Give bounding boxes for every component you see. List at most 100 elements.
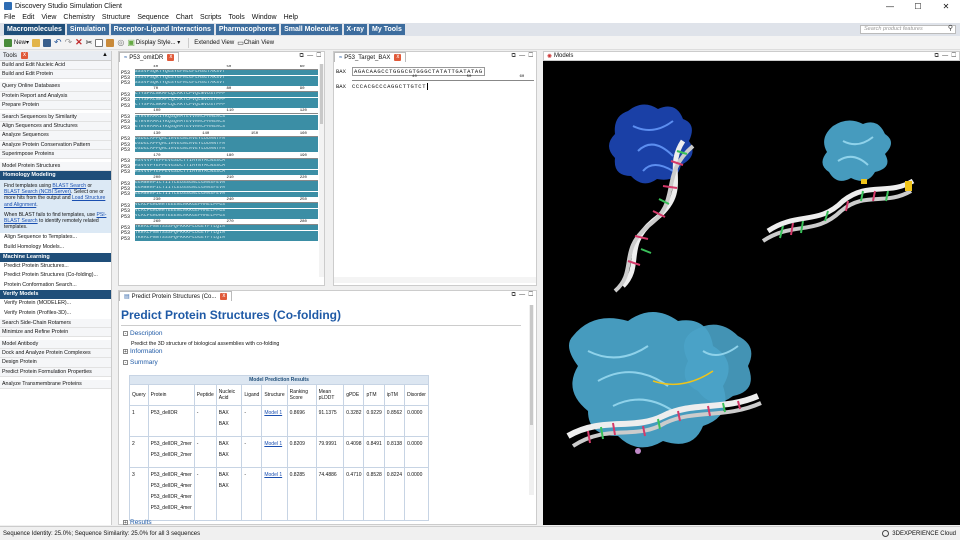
tool-verify-profiles[interactable]: Verify Protein (Profiles-3D)... bbox=[0, 309, 111, 319]
collapse-icon[interactable]: - bbox=[123, 360, 128, 366]
restore-icon[interactable]: ⧉ bbox=[934, 53, 938, 59]
cloud-status[interactable]: 3DEXPERIENCE Cloud bbox=[882, 530, 956, 537]
tool-build-protein[interactable]: Build and Edit Protein bbox=[0, 70, 111, 80]
tool-search-sequences[interactable]: Search Sequences by Similarity bbox=[0, 112, 111, 123]
scroll-thumb[interactable] bbox=[320, 64, 323, 124]
minimize-icon[interactable]: — bbox=[942, 53, 948, 59]
sequence-residues[interactable]: HSVVVPYEPPEVGSDCTTIHYNYMCNSSCM bbox=[135, 169, 318, 175]
redo-button[interactable]: ↷ bbox=[65, 37, 73, 48]
sequence-residues[interactable]: SSSVPSQKTYQGSYGFRLGFLHSGTAKSVT bbox=[135, 70, 318, 76]
display-style-button[interactable]: ▣ Display Style... ▾ bbox=[127, 38, 180, 48]
menu-help[interactable]: Help bbox=[284, 14, 298, 21]
tab-my-tools[interactable]: My Tools bbox=[369, 24, 405, 35]
extended-view-button[interactable]: Extended View bbox=[194, 38, 234, 48]
sequence-alignment[interactable]: 40 50 60 P53 SSSVPSQKTYQGSYGFRLGFLHSGTAKSVT P… bbox=[121, 65, 318, 283]
scroll-thumb[interactable] bbox=[530, 305, 533, 425]
menu-window[interactable]: Window bbox=[252, 14, 277, 21]
tool-minimize[interactable]: Minimize and Refine Protein bbox=[0, 327, 111, 338]
horizontal-scrollbar[interactable] bbox=[334, 277, 536, 283]
close-icon[interactable]: x bbox=[394, 54, 402, 61]
section-results[interactable]: + Results bbox=[123, 519, 152, 526]
tool-query-databases[interactable]: Query Online Databases bbox=[0, 82, 111, 92]
sequence-residues[interactable]: GTRVRAMAIYKQSQHMTEVVRRCPHHERCS bbox=[135, 119, 318, 125]
minimize-icon[interactable]: — bbox=[307, 53, 313, 59]
nucleic-sequences[interactable]: BAX AGACAAGCCTGGGCGTGGGCTATATTGATATAG 40… bbox=[336, 67, 534, 90]
pin-icon[interactable]: ▲ bbox=[102, 52, 108, 58]
maximize-icon[interactable]: ☐ bbox=[316, 53, 321, 59]
maximize-icon[interactable]: ☐ bbox=[528, 292, 533, 298]
sequence-residues[interactable]: CTYSPALNKMFCQLAKTCPVQLWVDSTPPP bbox=[135, 92, 318, 98]
close-icon[interactable]: x bbox=[167, 54, 175, 61]
section-description[interactable]: - Description bbox=[123, 330, 163, 337]
restore-icon[interactable]: ⧉ bbox=[511, 53, 515, 59]
menu-scripts[interactable]: Scripts bbox=[200, 14, 221, 21]
tool-superimpose[interactable]: Superimpose Proteins bbox=[0, 149, 111, 159]
model-2-protein[interactable] bbox=[822, 120, 891, 184]
tab-xray[interactable]: X-ray bbox=[343, 24, 368, 35]
sequence-residues[interactable]: SSSVPSQKTYQGSYGFRLGFLHSGTAKSVT bbox=[135, 80, 318, 86]
tool-conformation-search[interactable]: Protein Conformation Search... bbox=[0, 280, 111, 291]
maximize-button[interactable]: ☐ bbox=[904, 0, 932, 12]
restore-icon[interactable]: ⧉ bbox=[299, 53, 303, 59]
sequence-residues[interactable]: VCACPGRDRRTEEENLRKKGEPHHELPPGS bbox=[135, 208, 318, 214]
undo-button[interactable]: ↶ bbox=[54, 37, 62, 48]
sequence-residues[interactable]: TKRALPNNTSSSPQPKKKPLDGEYFTLQIR bbox=[135, 230, 318, 236]
models-3d-viewer[interactable] bbox=[543, 51, 960, 525]
tab-simulation[interactable]: Simulation bbox=[66, 24, 109, 35]
sequence-residues[interactable]: DSDGLAPPQHLIRVEGNLRVEYLDDRNTFR bbox=[135, 142, 318, 148]
close-window-button[interactable]: ✕ bbox=[932, 0, 960, 12]
model-2-dna[interactable] bbox=[761, 178, 915, 243]
sequence-residues[interactable]: CTYSPALNKMFCQLAKTCPVQLWVDSTPPP bbox=[135, 97, 318, 103]
chain-view-button[interactable]: ▭ Chain View bbox=[237, 38, 274, 48]
molecule-render[interactable] bbox=[543, 51, 960, 525]
tool-build-nucleic-acid[interactable]: Build and Edit Nucleic Acid bbox=[0, 61, 111, 71]
expand-icon[interactable]: + bbox=[123, 520, 128, 526]
close-icon[interactable]: x bbox=[220, 293, 228, 300]
menu-sequence[interactable]: Sequence bbox=[137, 14, 169, 21]
minimize-icon[interactable]: — bbox=[519, 53, 525, 59]
save-button[interactable] bbox=[43, 38, 52, 48]
tool-predict-structures[interactable]: Predict Protein Structures... bbox=[0, 261, 111, 272]
tool-build-homology[interactable]: Build Homology Models... bbox=[0, 243, 111, 253]
menu-tools[interactable]: Tools bbox=[228, 14, 244, 21]
tab-macromolecules[interactable]: Macromolecules bbox=[4, 24, 65, 35]
render-button[interactable]: ◎ bbox=[117, 38, 124, 48]
sequence-residues[interactable]: HSVVVPYEPPEVGSDCTTIHYNYMCNSSCM bbox=[135, 158, 318, 164]
sequence-residues[interactable]: VCACPGRDRRTEEENLRKKGEPHHELPPGS bbox=[135, 203, 318, 209]
tool-dock-complexes[interactable]: Dock and Analyze Protein Complexes bbox=[0, 349, 111, 359]
tool-design-protein[interactable]: Design Protein bbox=[0, 358, 111, 368]
sequence-residues[interactable]: GTRVRAMAIYKQSQHMTEVVRRCPHHERCS bbox=[135, 125, 318, 131]
homology-modeling-header[interactable]: Homology Modeling bbox=[0, 171, 111, 181]
menu-file[interactable]: File bbox=[4, 14, 15, 21]
search-input[interactable]: Search product features ⚲ bbox=[860, 25, 956, 34]
sequence-residues[interactable]: TKRALPNNTSSSPQPKKKPLDGEYFTLQIR bbox=[135, 225, 318, 231]
tool-align-sequences[interactable]: Align Sequences and Structures bbox=[0, 122, 111, 132]
section-summary[interactable]: - Summary bbox=[123, 359, 158, 366]
copy-button[interactable] bbox=[95, 38, 104, 48]
menu-view[interactable]: View bbox=[41, 14, 56, 21]
sequence-residues[interactable]: TKRALPNNTSSSPQPKKKPLDGEYFTLQIR bbox=[135, 236, 318, 242]
minimize-button[interactable]: — bbox=[876, 0, 904, 12]
menu-chart[interactable]: Chart bbox=[176, 14, 193, 21]
sequence-residues[interactable]: DSDGLAPPQHLIRVEGNLRVEYLDDRNTFR bbox=[135, 136, 318, 142]
sequence-residues[interactable]: DSDGLAPPQHLIRVEGNLRVEYLDDRNTFR bbox=[135, 147, 318, 153]
model-link[interactable]: Model 1 bbox=[264, 441, 282, 447]
tool-protein-report[interactable]: Protein Report and Analysis bbox=[0, 91, 111, 101]
tab-small-molecules[interactable]: Small Molecules bbox=[281, 24, 342, 35]
delete-button[interactable]: ✕ bbox=[75, 37, 83, 48]
tool-side-chain[interactable]: Search Side-Chain Rotamers bbox=[0, 318, 111, 328]
sequence-residues[interactable]: GGMNRRPILTIITLEDSSGNLLGRNSFEVR bbox=[135, 186, 318, 192]
tab-p53-target-bax[interactable]: ≈ P53_Target_BAX x bbox=[334, 52, 407, 62]
verify-models-header[interactable]: Verify Models bbox=[0, 290, 111, 300]
tool-model-antibody[interactable]: Model Antibody bbox=[0, 340, 111, 350]
tool-model-protein[interactable]: Model Protein Structures bbox=[0, 161, 111, 172]
tool-align-to-templates[interactable]: Align Sequence to Templates... bbox=[0, 233, 111, 244]
tool-transmembrane[interactable]: Analyze Transmembrane Proteins bbox=[0, 379, 111, 389]
restore-icon[interactable]: ⧉ bbox=[511, 292, 515, 298]
close-icon[interactable]: x bbox=[21, 52, 29, 59]
tab-receptor-ligand[interactable]: Receptor-Ligand Interactions bbox=[110, 24, 214, 35]
search-icon[interactable]: ⚲ bbox=[948, 25, 953, 32]
cut-button[interactable]: ✂ bbox=[86, 38, 93, 48]
tool-formulation[interactable]: Predict Protein Formulation Properties bbox=[0, 367, 111, 377]
paste-button[interactable] bbox=[106, 38, 115, 48]
